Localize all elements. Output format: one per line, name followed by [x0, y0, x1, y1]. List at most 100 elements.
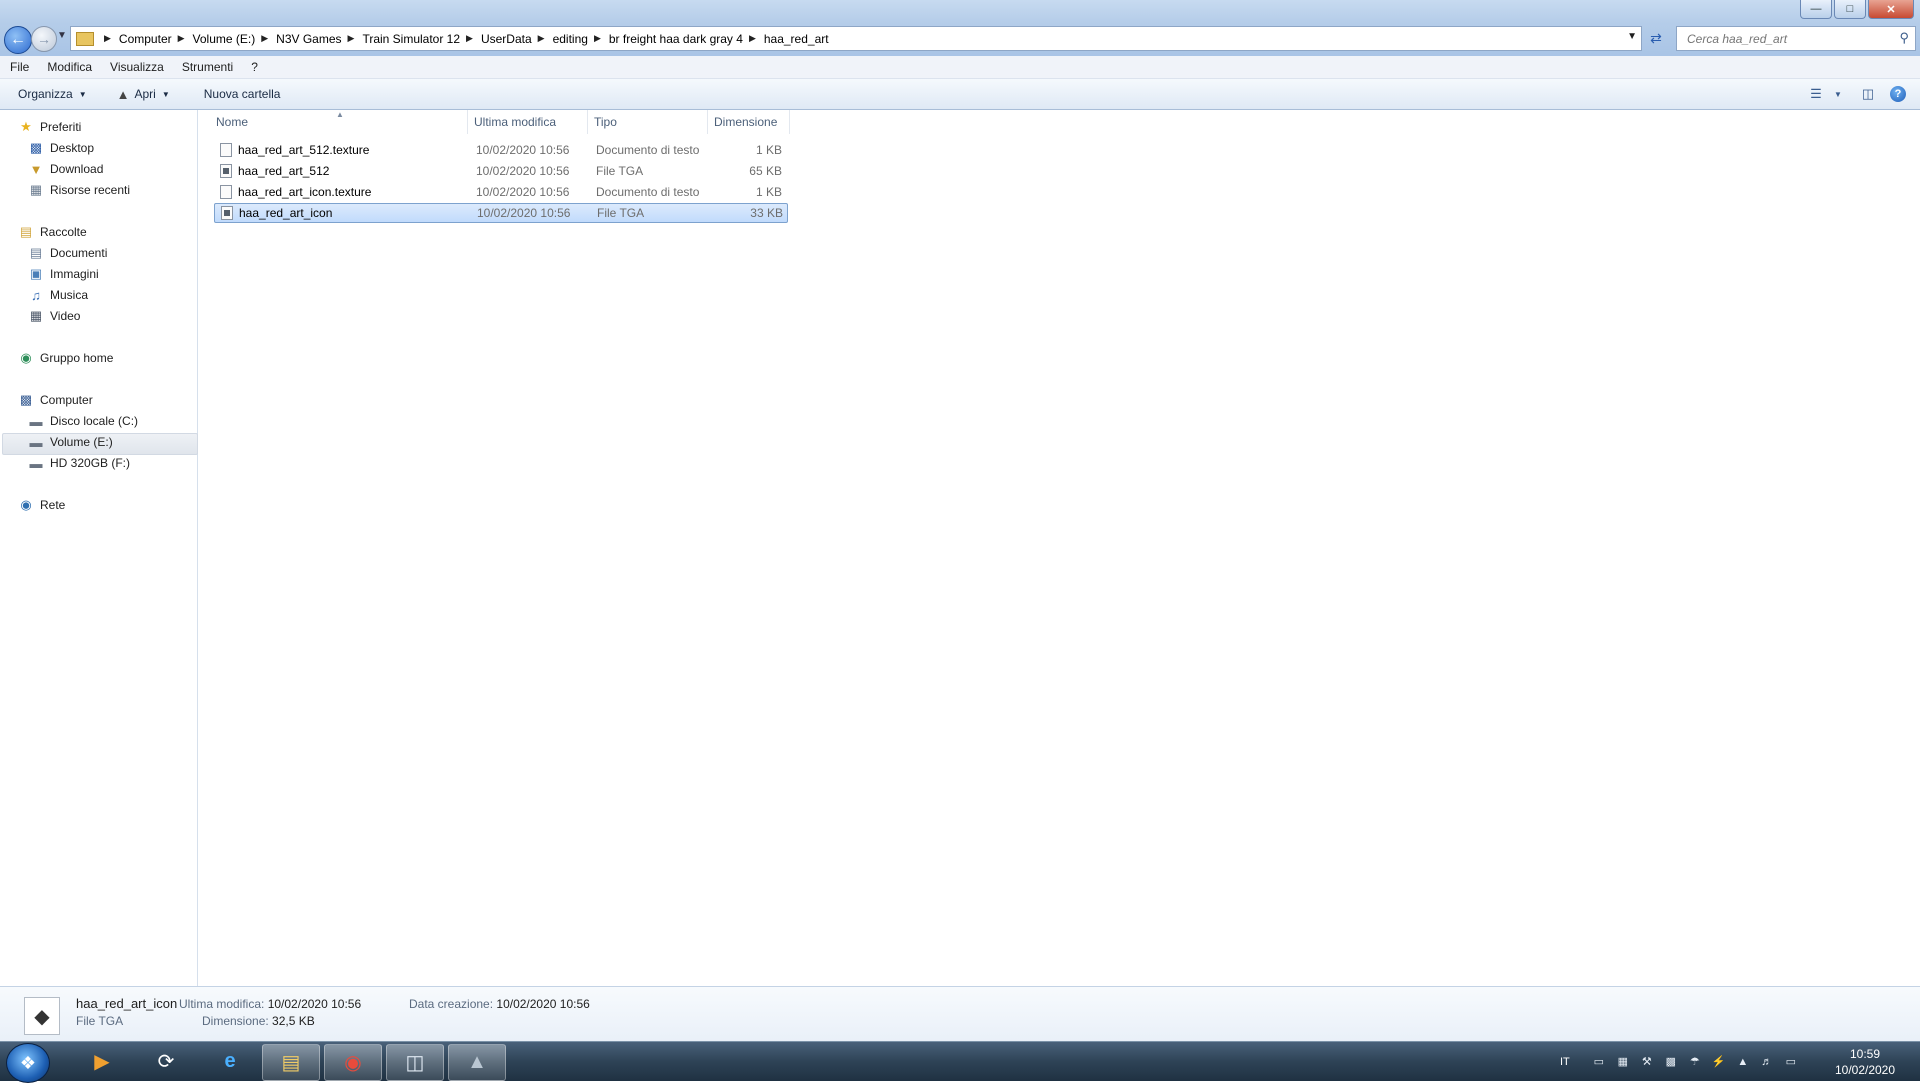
taskbar-explorer[interactable]: ▤: [262, 1044, 320, 1081]
breadcrumb-root-arrow[interactable]: ▶: [98, 27, 119, 50]
nav-homegroup[interactable]: ◉ Gruppo home: [18, 350, 113, 365]
forward-button[interactable]: →: [31, 26, 57, 52]
action-center-icon[interactable]: ▭: [1590, 1054, 1608, 1070]
drive-icon: ▬: [29, 434, 43, 450]
open-button[interactable]: ▲ Apri ▼: [117, 87, 170, 102]
nav-item-video[interactable]: ▦ Video: [28, 308, 81, 323]
column-headers: Nome Ultima modifica Tipo Dimensione: [210, 110, 790, 134]
nav-item-hd-f[interactable]: ▬ HD 320GB (F:): [28, 456, 131, 471]
maximize-button[interactable]: □: [1834, 0, 1866, 19]
view-details-icon: ☰: [1810, 86, 1822, 101]
help-button[interactable]: ?: [1888, 84, 1908, 104]
taskbar-internet-explorer[interactable]: e: [202, 1044, 258, 1079]
file-row[interactable]: haa_red_art_512.texture 10/02/2020 10:56…: [214, 140, 788, 160]
taskbar-chrome[interactable]: ◉: [324, 1044, 382, 1081]
open-with-icon: ▲: [116, 86, 130, 102]
new-folder-button[interactable]: Nuova cartella: [204, 87, 281, 101]
breadcrumb-computer[interactable]: Computer ▶: [119, 27, 193, 50]
language-indicator[interactable]: IT: [1560, 1056, 1570, 1068]
recent-pages-dropdown[interactable]: ▼: [57, 30, 67, 41]
details-created-label: Data creazione:: [409, 997, 494, 1011]
details-modified-label: Ultima modifica:: [179, 997, 265, 1011]
taskbar-media-player[interactable]: ▶: [74, 1044, 130, 1079]
nav-item-immagini[interactable]: ▣ Immagini: [28, 266, 99, 281]
nav-item-disk-c[interactable]: ▬ Disco locale (C:): [28, 414, 139, 429]
breadcrumb-train-simulator[interactable]: Train Simulator 12 ▶: [362, 27, 481, 50]
column-header-type[interactable]: Tipo: [588, 110, 708, 134]
menu-help[interactable]: ?: [241, 60, 266, 74]
taskbar-train-simulator[interactable]: ▲: [448, 1044, 506, 1081]
volume-icon[interactable]: ♬: [1758, 1054, 1776, 1070]
nav-item-recent[interactable]: ▦ Risorse recenti: [28, 182, 130, 197]
tray-monitor-icon[interactable]: ▩: [1662, 1054, 1680, 1070]
refresh-button[interactable]: ⇄: [1646, 28, 1666, 48]
tray-app-icon[interactable]: ▦: [1614, 1054, 1632, 1070]
help-icon: ?: [1890, 86, 1906, 102]
download-folder-icon: ▼: [29, 161, 43, 177]
column-header-name[interactable]: Nome: [210, 110, 468, 134]
file-row[interactable]: haa_red_art_icon.texture 10/02/2020 10:5…: [214, 182, 788, 202]
column-header-size[interactable]: Dimensione: [708, 110, 790, 134]
address-dropdown-button[interactable]: ▼: [1627, 31, 1637, 42]
breadcrumb-editing[interactable]: editing ▶: [553, 27, 609, 50]
file-name: haa_red_art_512: [238, 164, 330, 178]
tray-bluetooth-icon[interactable]: ⚡: [1710, 1054, 1728, 1070]
nav-item-documenti[interactable]: ▤ Documenti: [28, 245, 108, 260]
show-desktop-icon[interactable]: ▭: [1782, 1054, 1800, 1070]
menu-strumenti[interactable]: Strumenti: [172, 60, 241, 74]
change-view-button[interactable]: ☰: [1806, 84, 1826, 104]
pictures-icon: ▣: [29, 266, 43, 281]
breadcrumb-volume-e[interactable]: Volume (E:) ▶: [193, 27, 277, 50]
preview-pane-button[interactable]: ◫: [1858, 84, 1878, 104]
search-box[interactable]: ⚲: [1676, 26, 1916, 51]
chevron-right-icon: ▶: [537, 33, 545, 43]
taskbar-content-manager[interactable]: ◫: [386, 1044, 444, 1081]
view-options-dropdown[interactable]: ▼: [1828, 84, 1848, 104]
libraries-icon: ▤: [19, 224, 33, 239]
nav-item-download[interactable]: ▼ Download: [28, 161, 104, 177]
file-modified: 10/02/2020 10:56: [476, 143, 570, 157]
breadcrumb-haa-red-art[interactable]: haa_red_art: [764, 27, 829, 50]
nav-network[interactable]: ◉ Rete: [18, 497, 65, 512]
refresh-icon: ⇄: [1650, 29, 1662, 46]
homegroup-icon: ◉: [20, 350, 32, 365]
breadcrumb-br-freight[interactable]: br freight haa dark gray 4 ▶: [609, 27, 764, 50]
system-tray: IT ▭ ▦ ⚒ ▩ ☂ ⚡ ▲ ♬ ▭: [1560, 1042, 1800, 1081]
internet-explorer-icon: e: [224, 1050, 236, 1072]
breadcrumb-n3v-games[interactable]: N3V Games ▶: [276, 27, 362, 50]
clock[interactable]: 10:59 10/02/2020: [1820, 1046, 1910, 1078]
search-input[interactable]: [1685, 30, 1889, 47]
tray-update-icon[interactable]: ☂: [1686, 1054, 1704, 1070]
file-row[interactable]: haa_red_art_512 10/02/2020 10:56 File TG…: [214, 161, 788, 181]
nav-item-volume-e[interactable]: ▬ Volume (E:): [28, 434, 113, 450]
command-bar: Organizza ▼ ▲ Apri ▼ Nuova cartella ☰ ▼ ◫ ?: [0, 79, 1920, 110]
tray-tool-icon[interactable]: ⚒: [1638, 1054, 1656, 1070]
nav-item-desktop[interactable]: ▩ Desktop: [28, 140, 94, 155]
nav-favorites[interactable]: ★ Preferiti: [18, 119, 81, 134]
start-button[interactable]: ❖: [6, 1043, 50, 1083]
taskbar: ❖ ▶ ⟳ e ▤ ◉ ◫ ▲ IT ▭ ▦ ⚒ ▩ ☂ ⚡ ▲ ♬ ▭ 10:…: [0, 1041, 1920, 1083]
nav-computer[interactable]: ▩ Computer: [18, 392, 93, 407]
nav-item-musica[interactable]: ♫ Musica: [28, 288, 88, 303]
breadcrumb-userdata[interactable]: UserData ▶: [481, 27, 553, 50]
address-bar[interactable]: ▶ Computer ▶ Volume (E:) ▶ N3V Games ▶ Trai…: [70, 26, 1642, 51]
file-row-selected[interactable]: haa_red_art_icon 10/02/2020 10:56 File T…: [214, 203, 788, 223]
windows-logo-icon: ❖: [19, 1052, 37, 1073]
menu-visualizza[interactable]: Visualizza: [100, 60, 172, 74]
clock-time: 10:59: [1849, 1047, 1881, 1061]
menu-modifica[interactable]: Modifica: [37, 60, 100, 74]
organize-button[interactable]: Organizza ▼: [18, 87, 87, 101]
column-header-modified[interactable]: Ultima modifica: [468, 110, 588, 134]
file-size: 1 KB: [755, 143, 782, 157]
menu-file[interactable]: File: [0, 60, 37, 74]
chevron-down-icon: ▼: [1627, 31, 1637, 42]
close-button[interactable]: ✕: [1868, 0, 1914, 19]
file-name: haa_red_art_icon: [239, 206, 333, 220]
nav-libraries[interactable]: ▤ Raccolte: [18, 224, 87, 239]
back-button[interactable]: ←: [4, 26, 32, 54]
minimize-button[interactable]: —: [1800, 0, 1832, 19]
taskbar-ccleaner[interactable]: ⟳: [138, 1044, 194, 1079]
network-icon[interactable]: ▲: [1734, 1054, 1752, 1070]
image-file-icon: [221, 206, 233, 220]
search-icon[interactable]: ⚲: [1899, 30, 1909, 46]
